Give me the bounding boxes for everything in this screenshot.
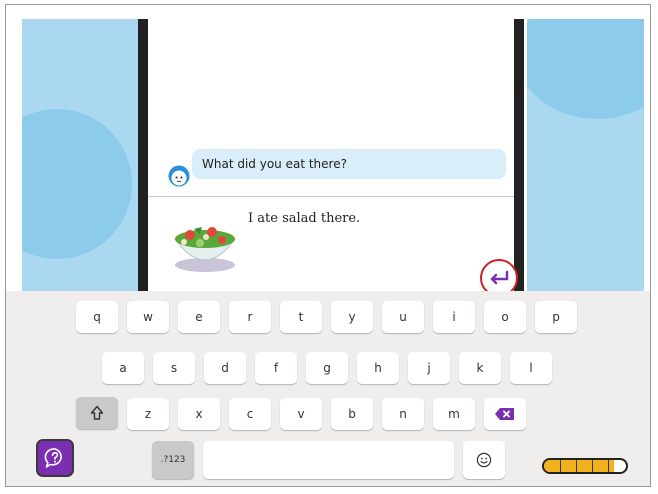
right-divider-bar (514, 19, 524, 295)
key-p[interactable]: p (535, 301, 577, 333)
backspace-key[interactable] (484, 398, 526, 430)
progress-fill (544, 460, 614, 472)
key-g[interactable]: g (306, 352, 348, 384)
key-n[interactable]: n (382, 398, 424, 430)
key-l[interactable]: l (510, 352, 552, 384)
progress-segment-divider (560, 460, 561, 472)
child-avatar-icon (168, 165, 190, 187)
salad-bowl-image (174, 227, 236, 272)
key-i[interactable]: i (433, 301, 475, 333)
key-e[interactable]: e (178, 301, 220, 333)
key-m[interactable]: m (433, 398, 475, 430)
key-v[interactable]: v (280, 398, 322, 430)
key-d[interactable]: d (204, 352, 246, 384)
key-o[interactable]: o (484, 301, 526, 333)
key-y[interactable]: y (331, 301, 373, 333)
key-w[interactable]: w (127, 301, 169, 333)
enter-arrow-icon (490, 270, 509, 285)
progress-segment-divider (576, 460, 577, 472)
space-bar[interactable] (203, 441, 454, 479)
help-button[interactable] (36, 439, 74, 477)
shift-key[interactable] (76, 397, 118, 429)
left-sky-panel (22, 19, 142, 295)
progress-segment-divider (608, 460, 609, 472)
left-divider-bar (138, 19, 148, 295)
backspace-icon (495, 408, 514, 420)
question-text: What did you eat there? (202, 157, 347, 171)
chat-panel: What did you eat there? I ate salad ther… (148, 19, 518, 297)
key-j[interactable]: j (408, 352, 450, 384)
key-u[interactable]: u (382, 301, 424, 333)
progress-bar (542, 458, 628, 474)
key-b[interactable]: b (331, 398, 373, 430)
help-speech-icon (44, 448, 62, 468)
left-sky-blob (22, 109, 132, 259)
question-bubble: What did you eat there? (192, 149, 506, 179)
key-s[interactable]: s (153, 352, 195, 384)
right-sky-blob (527, 19, 644, 119)
answer-text: I ate salad there. (248, 211, 361, 226)
progress-segment-divider (592, 460, 593, 472)
key-q[interactable]: q (76, 301, 118, 333)
shift-arrow-icon (90, 405, 104, 420)
key-a[interactable]: a (102, 352, 144, 384)
key-r[interactable]: r (229, 301, 271, 333)
numbers-key[interactable]: .?123 (152, 441, 194, 479)
key-h[interactable]: h (357, 352, 399, 384)
key-f[interactable]: f (255, 352, 297, 384)
key-k[interactable]: k (459, 352, 501, 384)
key-z[interactable]: z (127, 398, 169, 430)
app-frame: What did you eat there? I ate salad ther… (5, 4, 651, 487)
key-x[interactable]: x (178, 398, 220, 430)
key-c[interactable]: c (229, 398, 271, 430)
emoji-icon (476, 452, 492, 468)
right-sky-panel (527, 19, 644, 295)
emoji-key[interactable] (463, 441, 505, 479)
key-t[interactable]: t (280, 301, 322, 333)
message-divider (148, 196, 514, 197)
